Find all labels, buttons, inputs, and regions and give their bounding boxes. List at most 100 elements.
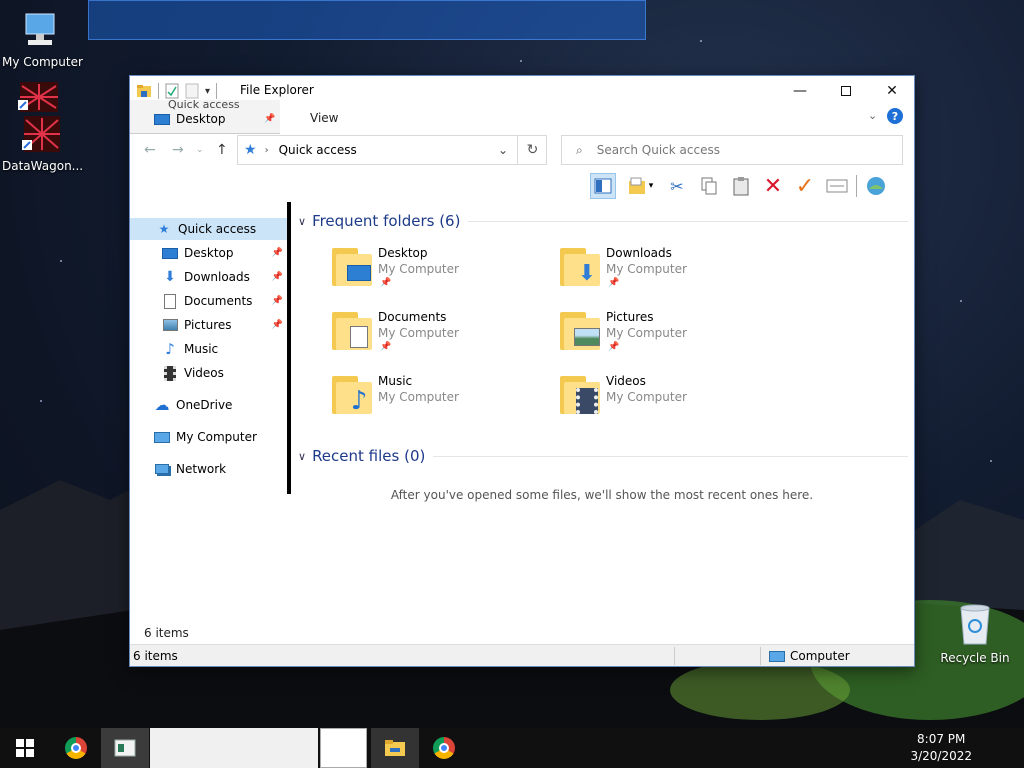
datawagon-icon [18,82,58,112]
star-icon: ★ [158,222,170,236]
nav-item-pictures[interactable]: Pictures 📌 [130,314,287,336]
maximize-button[interactable] [823,76,869,106]
refresh-button[interactable]: ↻ [517,135,547,165]
paste-button[interactable] [728,173,754,199]
overlay-popup: Quick access Desktop 📌 [130,98,280,134]
minimize-button[interactable]: — [777,76,823,106]
collapse-chevron-icon[interactable]: ∨ [298,450,306,463]
taskbar-thumbnail-placeholder[interactable] [150,728,318,768]
customize-qat-icon[interactable]: ▾ [205,86,210,97]
nav-item-network[interactable]: Network [130,458,287,480]
properties-icon[interactable] [165,83,179,99]
folder-tile-downloads[interactable]: ⬇ Downloads My Computer 📌 [560,246,780,302]
new-item-dropdown-icon: ▾ [648,181,654,191]
desktop-folder-icon [332,248,372,286]
my-computer-label: My Computer [2,55,83,69]
my-computer-desktop-icon[interactable]: My Computer [2,10,83,69]
shell-button[interactable] [863,173,889,199]
copy-icon [701,177,717,195]
taskbar-thumbnail-blank[interactable] [320,728,367,768]
address-bar[interactable]: ★ › Quick access ⌄ [237,135,547,165]
expand-ribbon-icon[interactable]: ⌄ [868,109,877,122]
pin-icon: 📌 [380,278,392,288]
start-button[interactable] [0,728,50,768]
taskbar-chrome-1[interactable] [52,728,100,768]
network-icon [154,461,170,477]
system-clock[interactable]: 8:07 PM 3/20/2022 [910,731,972,765]
star-icon: ★ [244,142,257,158]
overlay-item[interactable]: Desktop [176,112,226,126]
recent-locations-icon[interactable]: ⌄ [196,145,204,155]
downloads-folder-icon: ⬇ [560,248,600,286]
pane-splitter[interactable] [287,202,291,494]
search-box[interactable]: ⌕ Search Quick access [561,135,903,165]
nav-item-music[interactable]: ♪ Music [130,338,287,360]
recent-files-header[interactable]: ∨ Recent files (0) [298,447,908,465]
folder-tile-pictures[interactable]: Pictures My Computer 📌 [560,310,780,366]
new-folder-icon[interactable] [185,83,199,99]
search-input[interactable]: Search Quick access [597,143,720,157]
datawagon-label: DataWagon... [2,159,84,173]
folder-tile-music[interactable]: ♪ Music My Computer [332,374,552,430]
copy-button[interactable] [696,173,722,199]
datawagon-shortcut-2[interactable]: DataWagon... [2,116,84,173]
up-button[interactable]: ↑ [216,142,228,158]
breadcrumb-chevron-icon[interactable]: › [265,145,269,156]
folder-tile-videos[interactable]: Videos My Computer [560,374,780,430]
properties-button[interactable] [824,173,850,199]
app-window-icon [114,739,136,757]
nav-item-videos[interactable]: Videos [130,362,287,384]
close-button[interactable]: ✕ [869,76,915,106]
pin-icon: 📌 [380,342,392,352]
taskbar-chrome-2[interactable] [420,728,468,768]
nav-item-documents[interactable]: Documents 📌 [130,290,287,312]
folder-name: Documents [378,310,447,324]
folder-name: Videos [606,374,646,388]
folder-location: My Computer [606,390,687,404]
nav-item-desktop[interactable]: Desktop 📌 [130,242,287,264]
frequent-folders-header[interactable]: ∨ Frequent folders (6) [298,212,908,230]
navigation-pane[interactable]: ★ Quick access Desktop 📌 ⬇ Downloads 📌 D… [130,202,290,494]
folder-tile-documents[interactable]: Documents My Computer 📌 [332,310,552,366]
taskbar-app-window[interactable] [101,728,149,768]
desktop-selection-rectangle [88,0,646,40]
tab-view[interactable]: View [310,111,338,125]
cloud-icon: ☁ [154,396,170,414]
nav-item-downloads[interactable]: ⬇ Downloads 📌 [130,266,287,288]
address-location[interactable]: Quick access [279,143,357,157]
nav-item-onedrive[interactable]: ☁ OneDrive [130,394,287,416]
delete-button[interactable]: ✕ [760,173,786,199]
nav-item-quick-access[interactable]: ★ Quick access [130,218,287,240]
computer-icon [25,13,55,45]
status-item-count: 6 items [133,649,178,663]
datawagon-shortcut-1[interactable] [14,82,62,115]
recycle-bin-label: Recycle Bin [940,651,1010,665]
nav-item-my-computer[interactable]: My Computer [130,426,287,448]
taskbar-file-explorer[interactable] [371,728,419,768]
folder-tile-desktop[interactable]: Desktop My Computer 📌 [332,246,552,302]
videos-icon [162,365,178,381]
pin-icon: 📌 [271,296,283,306]
folder-app-icon [137,85,151,97]
collapse-chevron-icon[interactable]: ∨ [298,215,306,228]
recent-files-empty-message: After you've opened some files, we'll sh… [390,488,814,502]
forward-button[interactable]: → [172,142,184,158]
computer-icon [769,650,785,662]
preview-pane-button[interactable] [590,173,616,199]
cut-button[interactable]: ✂ [664,173,690,199]
address-dropdown-icon[interactable]: ⌄ [498,143,508,157]
nav-label: Videos [184,366,224,380]
back-button[interactable]: ← [144,142,156,158]
help-icon[interactable]: ? [887,108,903,124]
recycle-bin-icon [960,604,990,645]
clipboard-icon [733,177,749,196]
command-toolbar: ▾ ✂ ✕ ✓ [590,171,889,201]
item-count-inline: 6 items [144,626,189,640]
rename-button[interactable]: ✓ [792,173,818,199]
frequent-folders-title: Frequent folders (6) [312,212,461,230]
chrome-icon [65,737,87,759]
recycle-bin-desktop-icon[interactable]: Recycle Bin [940,602,1010,665]
computer-icon [154,429,170,445]
new-folder-button[interactable]: ▾ [622,173,658,199]
datawagon-icon [22,116,60,152]
